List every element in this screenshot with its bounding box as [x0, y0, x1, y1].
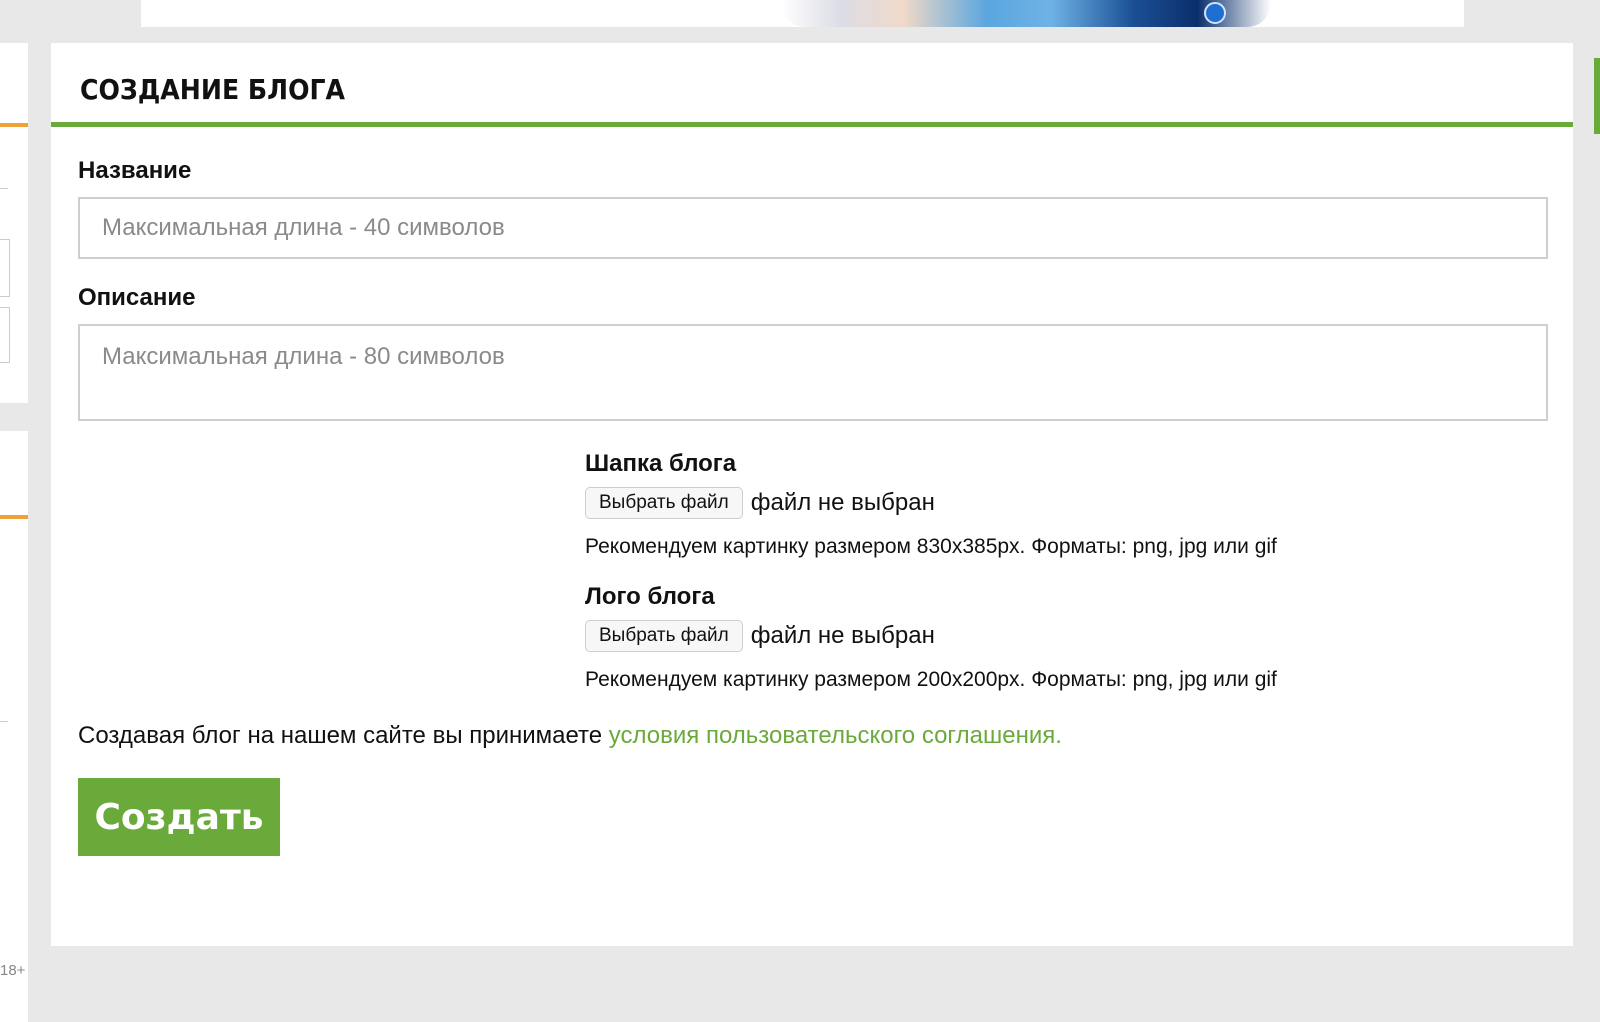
sidebar-divider [0, 515, 28, 519]
sidebar-divider [0, 123, 28, 127]
header-upload-hint: Рекомендуем картинку размером 830x385px.… [585, 535, 1277, 558]
sidebar-divider [0, 188, 8, 189]
description-input[interactable] [78, 324, 1548, 421]
terms-text: Создавая блог на нашем сайте вы принимае… [78, 722, 609, 749]
banner-image [781, 0, 1271, 27]
create-button[interactable]: Создать [78, 778, 280, 856]
club-badge-icon [1204, 2, 1226, 24]
description-label: Описание [78, 284, 196, 311]
create-blog-form: Название Описание Шапка блога Выбрать фа… [51, 157, 1573, 856]
logo-upload-label: Лого блога [585, 583, 715, 610]
sidebar-input[interactable] [0, 307, 10, 363]
name-input[interactable] [78, 197, 1548, 259]
create-blog-panel: СОЗДАНИЕ БЛОГА Название Описание Шапка б… [51, 43, 1573, 946]
sidebar-card [0, 431, 28, 1022]
age-rating-badge: 18+ [0, 962, 26, 979]
logo-file-row: Выбрать файл файл не выбран [585, 620, 1546, 652]
logo-file-status: файл не выбран [750, 622, 935, 649]
panel-header: СОЗДАНИЕ БЛОГА [51, 43, 1573, 127]
sidebar-input[interactable] [0, 239, 10, 297]
logo-choose-file-button[interactable]: Выбрать файл [585, 620, 743, 652]
logo-upload: Лого блога Выбрать файл файл не выбран Р… [585, 583, 1546, 692]
sidebar-divider [0, 721, 8, 722]
terms-link[interactable]: условия пользовательского соглашения. [609, 722, 1062, 749]
terms-notice: Создавая блог на нашем сайте вы принимае… [78, 722, 1546, 750]
left-sidebar [0, 43, 28, 1022]
header-choose-file-button[interactable]: Выбрать файл [585, 487, 743, 519]
name-label: Название [78, 157, 192, 184]
header-upload: Шапка блога Выбрать файл файл не выбран … [585, 450, 1546, 559]
logo-upload-hint: Рекомендуем картинку размером 200x200px.… [585, 668, 1277, 691]
header-file-row: Выбрать файл файл не выбран [585, 487, 1546, 519]
header-file-status: файл не выбран [750, 489, 935, 516]
top-banner[interactable] [141, 0, 1464, 27]
right-scroll-accent [1594, 58, 1600, 134]
header-upload-label: Шапка блога [585, 450, 737, 477]
page-title: СОЗДАНИЕ БЛОГА [80, 73, 346, 106]
sidebar-card [0, 43, 28, 403]
